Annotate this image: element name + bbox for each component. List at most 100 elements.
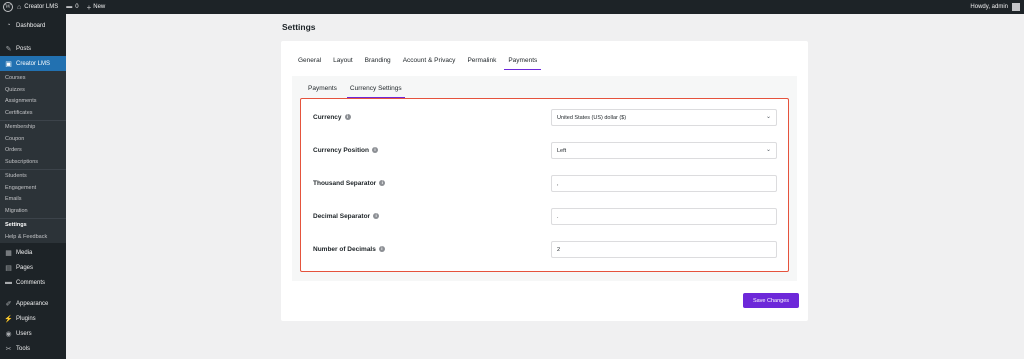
tab-general[interactable]: General <box>298 57 321 70</box>
new-content-link[interactable]: + New <box>83 0 110 14</box>
sidebar-item-appearance[interactable]: ✐ Appearance <box>0 296 66 311</box>
new-label: New <box>93 4 106 10</box>
tab-layout[interactable]: Layout <box>333 57 353 70</box>
account-menu[interactable]: Howdy, admin <box>970 0 1020 14</box>
info-icon[interactable]: i <box>344 114 351 120</box>
sidebar-item-media[interactable]: ▦ Media <box>0 245 66 260</box>
site-name-link[interactable]: ⌂ Creator LMS <box>13 0 62 14</box>
appearance-icon: ✐ <box>5 300 12 308</box>
currency-settings-box: Currency i United States (US) dollar ($)… <box>300 98 789 272</box>
dashboard-icon: ◔ <box>6 22 11 29</box>
number-of-decimals-row: Number of Decimals i 2 <box>313 239 778 259</box>
decimal-separator-value: . <box>557 213 559 220</box>
currency-position-label: Currency Position i <box>313 147 378 154</box>
decimal-separator-label-text: Decimal Separator <box>313 212 371 220</box>
comments-icon: ▬ <box>5 279 12 286</box>
tab-account-privacy[interactable]: Account & Privacy <box>403 57 456 70</box>
decimal-separator-label: Decimal Separator i <box>313 212 380 220</box>
thousand-separator-value: , <box>557 180 559 187</box>
sidebar-item-plugins[interactable]: ⚡ Plugins <box>0 311 66 326</box>
sidebar-item-comments[interactable]: ▬ Comments <box>0 275 66 290</box>
submenu-item-assignments[interactable]: Assignments <box>0 96 66 108</box>
number-of-decimals-label: Number of Decimals i <box>313 246 385 253</box>
submenu-divider <box>0 218 66 219</box>
sidebar-item-label: Creator LMS <box>16 60 51 67</box>
submenu-item-coupon[interactable]: Coupon <box>0 134 66 146</box>
decimal-separator-input[interactable]: . <box>551 208 777 225</box>
avatar <box>1012 3 1020 11</box>
submenu-item-orders[interactable]: Orders <box>0 145 66 157</box>
submenu-item-help-feedback[interactable]: Help & Feedback <box>0 232 66 244</box>
lms-icon: ▣ <box>5 60 12 68</box>
users-icon: ◉ <box>5 330 12 338</box>
currency-label-text: Currency <box>313 113 342 121</box>
media-icon: ▦ <box>5 249 12 257</box>
thousand-separator-input[interactable]: , <box>551 175 777 192</box>
tools-icon: ✂ <box>5 345 12 353</box>
currency-row: Currency i United States (US) dollar ($)… <box>313 107 778 127</box>
number-of-decimals-value: 2 <box>557 246 561 253</box>
howdy-text: Howdy, admin <box>970 4 1008 10</box>
currency-position-row: Currency Position i Left ⌄ <box>313 140 778 160</box>
sidebar-item-label: Appearance <box>16 300 49 307</box>
submenu-item-certificates[interactable]: Certificates <box>0 108 66 120</box>
sidebar-item-label: Posts <box>16 45 32 52</box>
sidebar-item-label: Plugins <box>16 315 36 322</box>
sidebar-item-users[interactable]: ◉ Users <box>0 326 66 341</box>
tab-payments[interactable]: Payments <box>504 57 542 70</box>
submenu-item-engagement[interactable]: Engagement <box>0 183 66 195</box>
sidebar-item-tools[interactable]: ✂ Tools <box>0 341 66 356</box>
info-icon[interactable]: i <box>371 147 378 153</box>
payments-subtabs: Payments Currency Settings <box>308 85 415 98</box>
currency-select[interactable]: United States (US) dollar ($) ⌄ <box>551 109 777 126</box>
sidebar-item-label: Dashboard <box>16 22 46 29</box>
submenu-item-emails[interactable]: Emails <box>0 194 66 206</box>
currency-label: Currency i <box>313 114 351 121</box>
submenu-divider <box>0 169 66 170</box>
comments-link[interactable]: ▬ 0 <box>62 0 82 14</box>
number-of-decimals-label-text: Number of Decimals <box>313 245 376 253</box>
currency-position-label-text: Currency Position <box>313 146 369 154</box>
tab-permalink[interactable]: Permalink <box>467 57 496 70</box>
admin-bar: W ⌂ Creator LMS ▬ 0 + New Howdy, admin <box>0 0 1024 14</box>
submenu-item-membership[interactable]: Membership <box>0 122 66 134</box>
sidebar-item-label: Comments <box>16 279 46 286</box>
submenu-item-students[interactable]: Students <box>0 171 66 183</box>
submenu-item-subscriptions[interactable]: Subscriptions <box>0 157 66 169</box>
subtab-currency-settings[interactable]: Currency Settings <box>346 85 405 98</box>
decimal-separator-row: Decimal Separator i . <box>313 206 778 226</box>
sidebar-item-creator-lms[interactable]: ▣ Creator LMS <box>0 56 66 71</box>
admin-sidebar: ◔ Dashboard ✎ Posts ▣ Creator LMS Courses Quizz… <box>0 14 66 359</box>
submenu-item-quizzes[interactable]: Quizzes <box>0 85 66 97</box>
subtab-payments[interactable]: Payments <box>308 85 337 98</box>
submenu-item-courses[interactable]: Courses <box>0 73 66 85</box>
thousand-separator-row: Thousand Separator i , <box>313 173 778 193</box>
info-icon[interactable]: i <box>379 180 386 186</box>
sidebar-item-pages[interactable]: ▤ Pages <box>0 260 66 275</box>
page-title: Settings <box>282 22 316 32</box>
plugins-icon: ⚡ <box>4 315 13 323</box>
currency-position-select[interactable]: Left ⌄ <box>551 142 777 159</box>
submenu-item-migration[interactable]: Migration <box>0 206 66 218</box>
pin-icon: ✎ <box>5 45 12 53</box>
chevron-down-icon: ⌄ <box>765 147 771 153</box>
info-icon[interactable]: i <box>378 246 385 252</box>
sidebar-item-label: Pages <box>16 264 34 271</box>
number-of-decimals-input[interactable]: 2 <box>551 241 777 258</box>
wordpress-logo-icon[interactable]: W <box>3 2 13 12</box>
sidebar-item-label: Media <box>16 249 33 256</box>
settings-tabs: General Layout Branding Account & Privacy Pe… <box>298 57 553 70</box>
save-changes-button[interactable]: Save Changes <box>743 293 799 308</box>
comments-count: 0 <box>75 4 79 10</box>
pages-icon: ▤ <box>5 264 12 272</box>
site-name: Creator LMS <box>24 4 59 10</box>
sidebar-item-posts[interactable]: ✎ Posts <box>0 41 66 56</box>
home-icon: ⌂ <box>17 3 22 11</box>
sidebar-item-label: Tools <box>16 345 31 352</box>
sidebar-item-dashboard[interactable]: ◔ Dashboard <box>0 18 66 33</box>
submenu-item-settings[interactable]: Settings <box>0 220 66 232</box>
info-icon[interactable]: i <box>373 213 380 219</box>
tab-branding[interactable]: Branding <box>365 57 391 70</box>
plus-icon: + <box>86 2 92 12</box>
currency-value: United States (US) dollar ($) <box>557 114 627 121</box>
